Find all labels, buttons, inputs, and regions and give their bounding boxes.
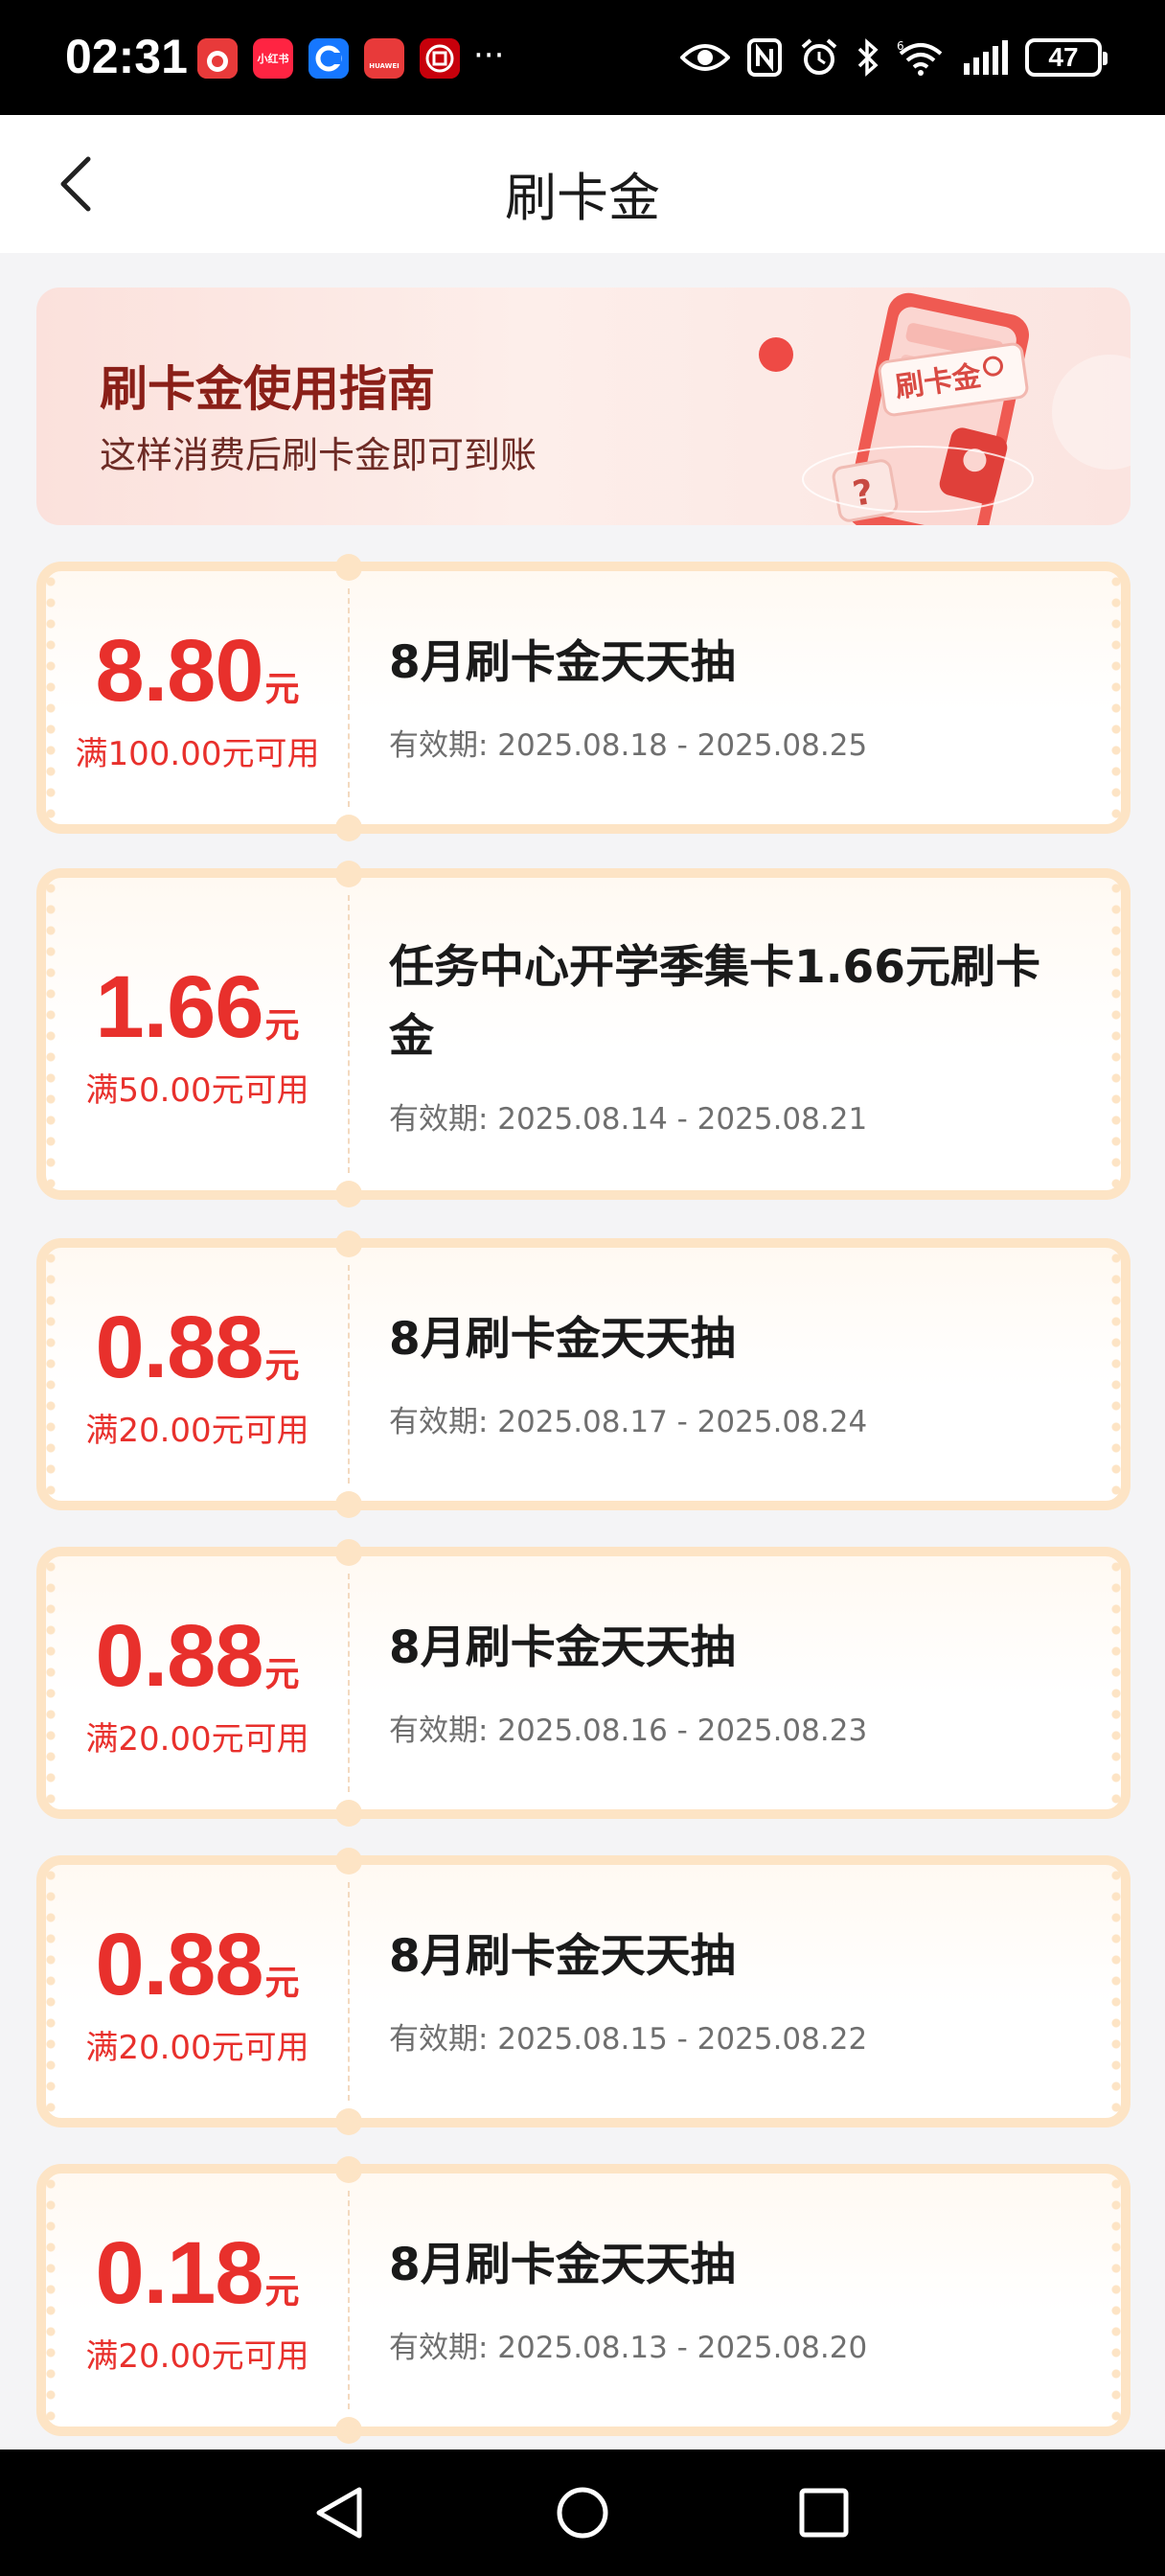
- app-icon-xiaohongshu-label: 小红书: [257, 53, 289, 65]
- coupon-title: 8月刷卡金天天抽: [389, 1313, 736, 1366]
- nav-recents-button[interactable]: [795, 2484, 853, 2542]
- validity-period: 有效期: 2025.08.16 - 2025.08.23: [389, 1714, 868, 1748]
- coupon-info: 8月刷卡金天天抽 有效期: 2025.08.13 - 2025.08.20: [389, 2231, 1063, 2366]
- app-icon-icbc: [420, 38, 460, 79]
- coupon-info: 8月刷卡金天天抽 有效期: 2025.08.17 - 2025.08.24: [389, 1305, 1063, 1440]
- status-more-dots: ···: [473, 36, 505, 75]
- guide-title: 刷卡金使用指南: [100, 361, 435, 417]
- wifi-icon: 6: [897, 38, 945, 77]
- coupon-amount: 1.66 元 满50.00元可用: [46, 878, 349, 1190]
- usage-condition: 满20.00元可用: [85, 2337, 309, 2376]
- coupon-title: 8月刷卡金天天抽: [389, 1622, 736, 1674]
- coupon-amount: 0.88 元 满20.00元可用: [46, 1248, 349, 1501]
- app-icon-3: [308, 38, 349, 79]
- coupon-amount: 0.88 元 满20.00元可用: [46, 1556, 349, 1809]
- circle-home-icon: [557, 2487, 608, 2539]
- status-right-icons: 6 47: [680, 29, 1108, 86]
- coupon-info: 8月刷卡金天天抽 有效期: 2025.08.18 - 2025.08.25: [389, 629, 1063, 764]
- usage-condition: 满50.00元可用: [85, 1071, 309, 1110]
- amount-value: 0.18: [95, 2224, 263, 2322]
- amount-unit: 元: [264, 1346, 300, 1386]
- usage-condition: 满20.00元可用: [85, 1720, 309, 1759]
- app-icon-huawei: HUAWEI: [364, 38, 404, 79]
- coupon-title: 8月刷卡金天天抽: [389, 1930, 736, 1983]
- app-icon-1: [197, 38, 238, 79]
- coupon-info: 8月刷卡金天天抽 有效期: 2025.08.16 - 2025.08.23: [389, 1614, 1063, 1749]
- app-icon-xiaohongshu: 小红书: [253, 38, 293, 79]
- nfc-icon: [747, 38, 782, 77]
- validity-period: 有效期: 2025.08.15 - 2025.08.22: [389, 2022, 868, 2057]
- coupon-card[interactable]: 8.80 元 满100.00元可用 8月刷卡金天天抽 有效期: 2025.08.…: [36, 554, 1131, 841]
- amount-unit: 元: [264, 1964, 300, 2003]
- app-header: 刷卡金: [0, 115, 1165, 253]
- square-recents-icon: [799, 2488, 849, 2538]
- coupon-card[interactable]: 0.88 元 满20.00元可用 8月刷卡金天天抽 有效期: 2025.08.1…: [36, 1848, 1131, 2135]
- amount-value: 8.80: [95, 622, 263, 720]
- coupon-amount: 0.18 元 满20.00元可用: [46, 2174, 349, 2426]
- coupon-info: 8月刷卡金天天抽 有效期: 2025.08.15 - 2025.08.22: [389, 1922, 1063, 2058]
- svg-text:6: 6: [897, 39, 904, 53]
- amount-unit: 元: [264, 1655, 300, 1694]
- app-icon-huawei-label: HUAWEI: [369, 62, 400, 70]
- nav-home-button[interactable]: [554, 2484, 611, 2542]
- phone-illustration: 刷卡金 ?: [759, 292, 1131, 525]
- bluetooth-icon: [857, 38, 879, 77]
- validity-period: 有效期: 2025.08.13 - 2025.08.20: [389, 2331, 868, 2365]
- usage-condition: 满100.00元可用: [75, 735, 320, 773]
- amount-value: 0.88: [95, 1916, 263, 2013]
- amount-value: 0.88: [95, 1299, 263, 1396]
- usage-condition: 满20.00元可用: [85, 2029, 309, 2067]
- validity-period: 有效期: 2025.08.18 - 2025.08.25: [389, 728, 868, 763]
- validity-period: 有效期: 2025.08.14 - 2025.08.21: [389, 1102, 868, 1137]
- coupon-card[interactable]: 0.18 元 满20.00元可用 8月刷卡金天天抽 有效期: 2025.08.1…: [36, 2156, 1131, 2444]
- amount-value: 1.66: [95, 958, 263, 1056]
- eye-icon: [680, 38, 730, 77]
- status-time: 02:31: [65, 30, 188, 83]
- coupon-card[interactable]: 0.88 元 满20.00元可用 8月刷卡金天天抽 有效期: 2025.08.1…: [36, 1539, 1131, 1827]
- coupon-title: 8月刷卡金天天抽: [389, 2239, 736, 2291]
- alarm-icon: [799, 38, 839, 77]
- coupon-amount: 8.80 元 满100.00元可用: [46, 571, 349, 824]
- coupon-card[interactable]: 1.66 元 满50.00元可用 任务中心开学季集卡1.66元刷卡金 有效期: …: [36, 861, 1131, 1208]
- battery-level: 47: [1048, 42, 1079, 72]
- status-bar: 02:31 小红书 HUAWEI ··· 6 47: [0, 0, 1165, 115]
- page-title: 刷卡金: [505, 168, 660, 228]
- amount-value: 0.88: [95, 1607, 263, 1705]
- usage-guide-banner[interactable]: 刷卡金使用指南 这样消费后刷卡金即可到账 刷卡金 ?: [36, 288, 1131, 525]
- usage-condition: 满20.00元可用: [85, 1412, 309, 1450]
- coupon-title: 任务中心开学季集卡1.66元刷卡金: [389, 941, 1040, 1063]
- coupon-card[interactable]: 0.88 元 满20.00元可用 8月刷卡金天天抽 有效期: 2025.08.1…: [36, 1230, 1131, 1518]
- coupon-amount: 0.88 元 满20.00元可用: [46, 1865, 349, 2118]
- guide-subtitle: 这样消费后刷卡金即可到账: [100, 434, 537, 476]
- triangle-back-icon: [316, 2487, 362, 2539]
- amount-unit: 元: [264, 1006, 300, 1046]
- nav-back-button[interactable]: [310, 2484, 368, 2542]
- system-navigation-bar: [0, 2450, 1165, 2576]
- validity-period: 有效期: 2025.08.17 - 2025.08.24: [389, 1405, 868, 1439]
- battery-indicator: 47: [1025, 38, 1108, 77]
- amount-unit: 元: [264, 670, 300, 709]
- coupon-info: 任务中心开学季集卡1.66元刷卡金 有效期: 2025.08.14 - 2025…: [389, 933, 1063, 1138]
- coupon-title: 8月刷卡金天天抽: [389, 636, 736, 689]
- amount-unit: 元: [264, 2272, 300, 2312]
- signal-icon: [962, 38, 1008, 77]
